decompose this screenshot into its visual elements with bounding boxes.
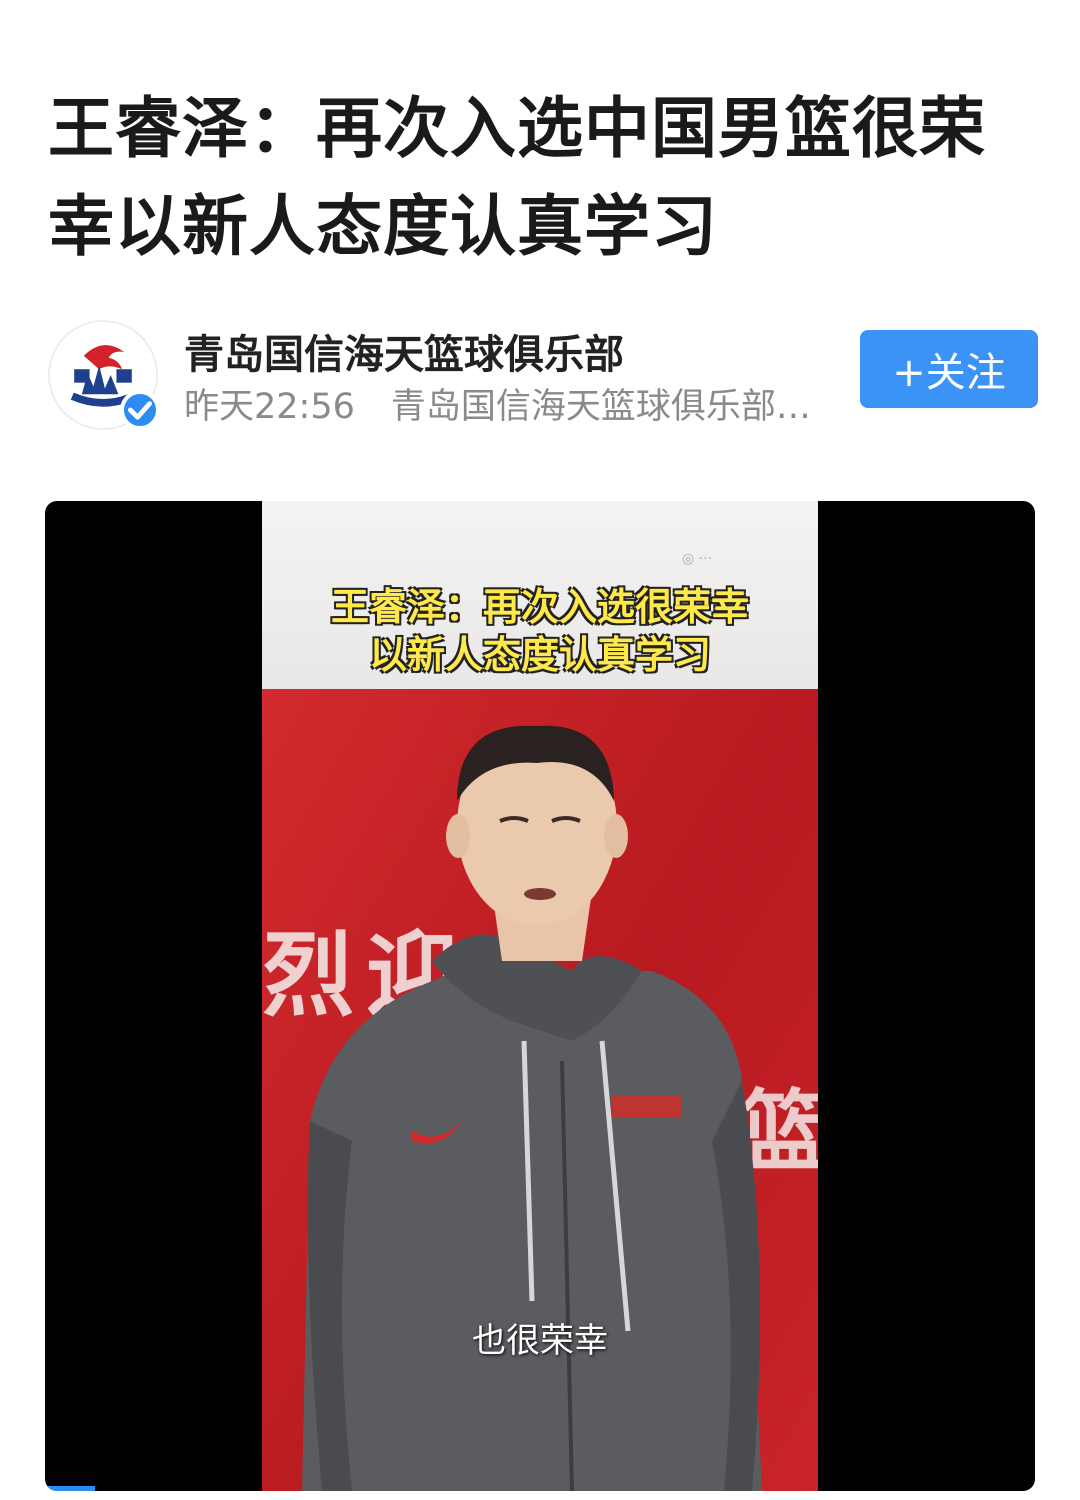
post-meta: 昨天22:56 青岛国信海天篮球俱乐部… — [184, 378, 844, 429]
video-subtitle: 也很荣幸 — [472, 1321, 608, 1361]
verified-check-icon — [120, 390, 160, 430]
video-overlay-title-line2: 以新人态度认真学习 — [368, 633, 711, 677]
author-row: 青岛国信海天篮球俱乐部 昨天22:56 青岛国信海天篮球俱乐部… +关注 — [48, 320, 1038, 430]
post-time: 昨天22:56 — [184, 387, 355, 427]
author-avatar[interactable] — [48, 320, 160, 430]
video-frame[interactable]: 烈迎 篮 ◎ ··· 王睿泽：再次入选很荣幸 以新人态度认真学习 也很荣幸 — [262, 501, 818, 1491]
video-player[interactable]: 烈迎 篮 ◎ ··· 王睿泽：再次入选很荣幸 以新人态度认真学习 也很荣幸 — [45, 501, 1035, 1491]
video-watermark-icon: ◎ ··· — [682, 551, 713, 567]
follow-button[interactable]: +关注 — [860, 330, 1038, 408]
post-source: 青岛国信海天篮球俱乐部… — [390, 387, 811, 427]
video-overlay-title-line1: 王睿泽：再次入选很荣幸 — [330, 585, 749, 629]
video-progress-bar[interactable] — [45, 1486, 95, 1491]
author-name[interactable]: 青岛国信海天篮球俱乐部 — [184, 322, 624, 380]
video-overlay-title: 王睿泽：再次入选很荣幸 以新人态度认真学习 — [262, 583, 818, 679]
article-title: 王睿泽：再次入选中国男篮很荣幸以新人态度认真学习 — [48, 90, 986, 265]
article-page: 王睿泽：再次入选中国男篮很荣幸以新人态度认真学习 青岛国信海天篮球俱乐部 昨天2… — [0, 0, 1080, 1500]
